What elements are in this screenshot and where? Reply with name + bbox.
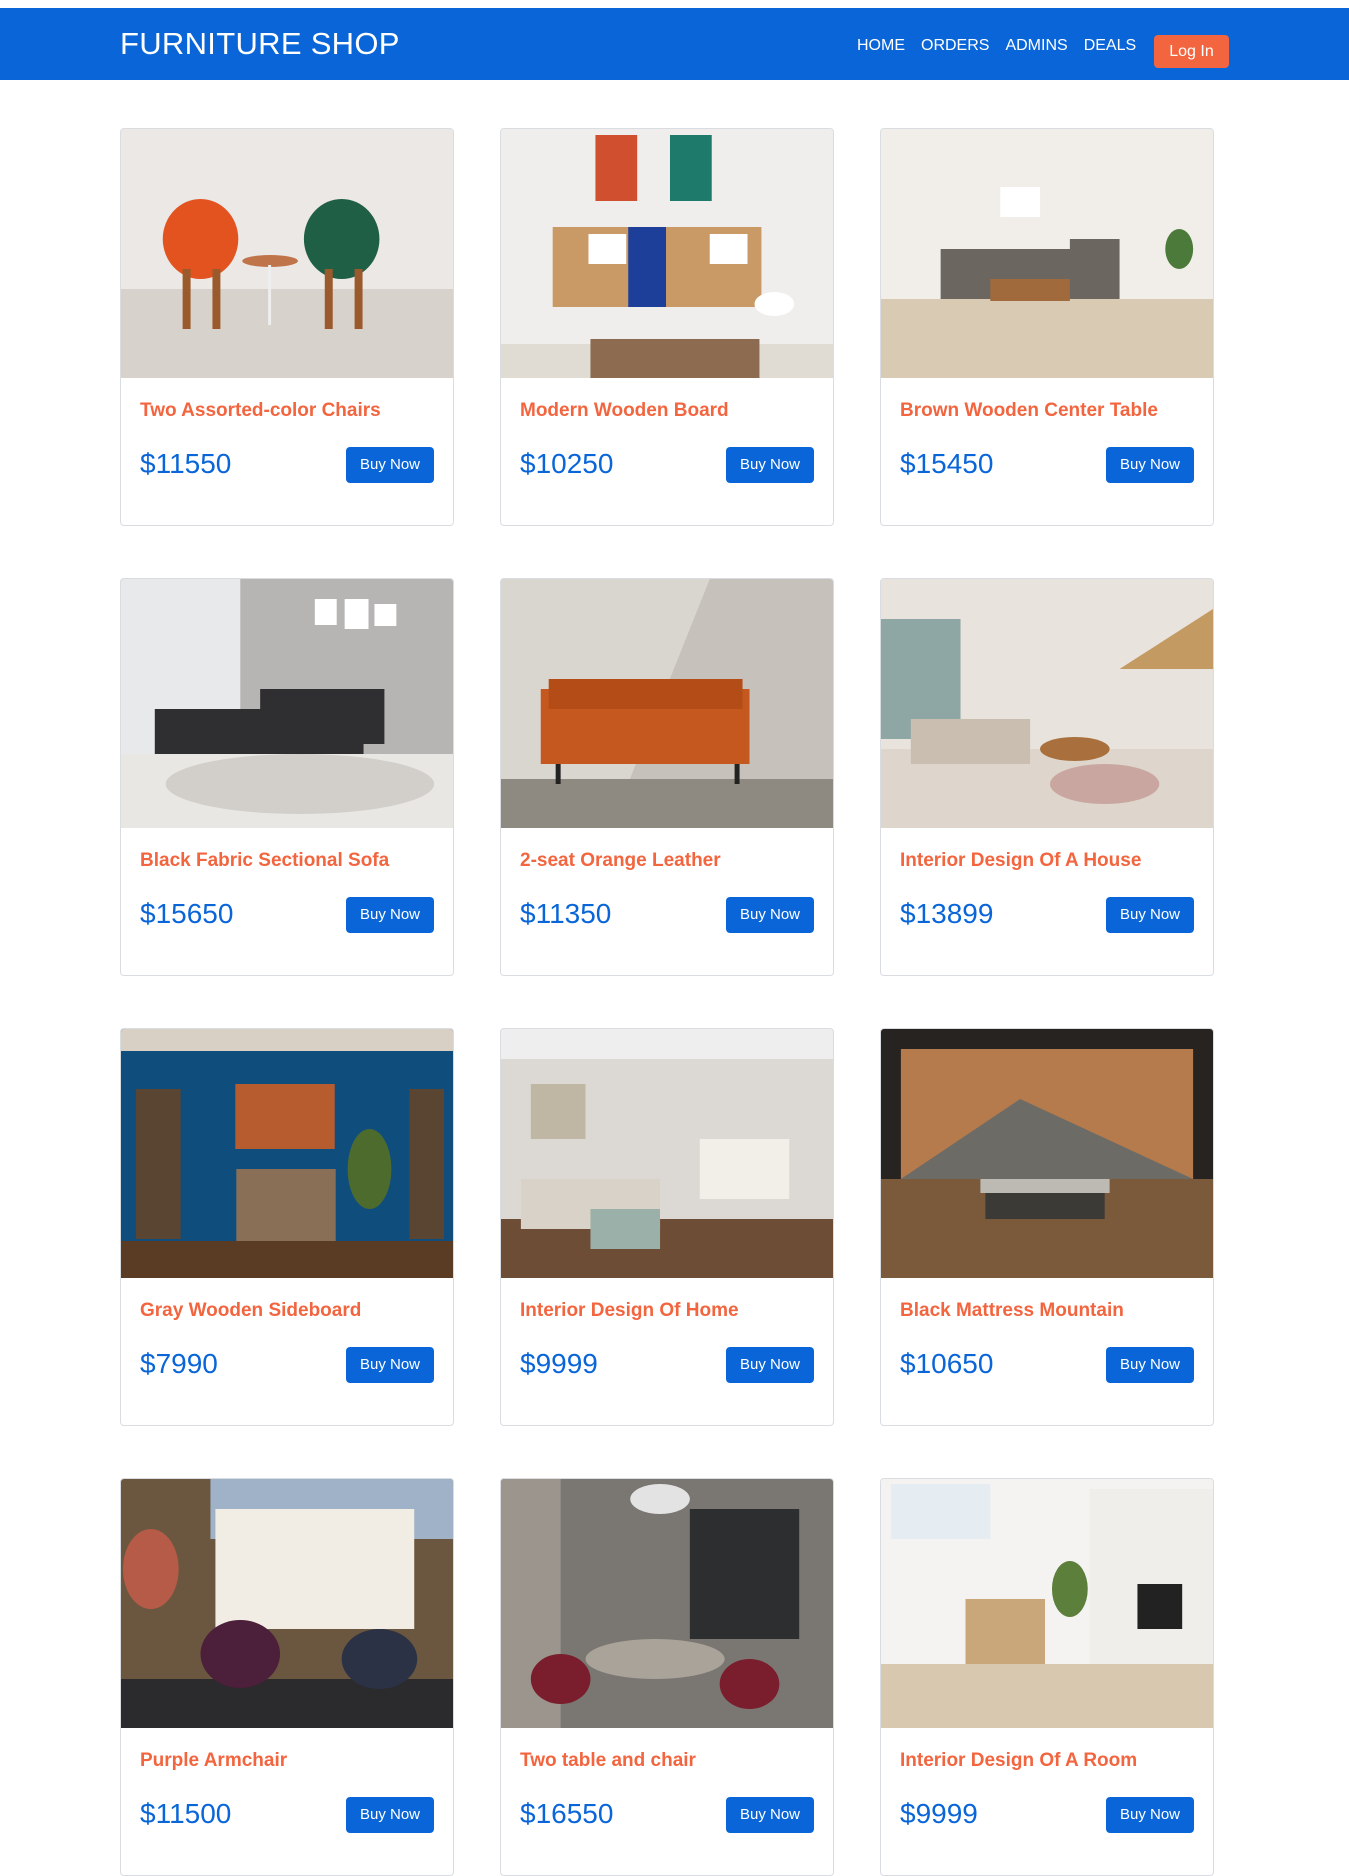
product-card: Modern Wooden Board $10250 Buy Now	[500, 128, 834, 526]
product-price: $16550	[520, 1798, 614, 1829]
home-interior-photo	[501, 1029, 833, 1278]
product-title: Purple Armchair	[140, 1750, 288, 1771]
product-title: Interior Design Of A House	[900, 850, 1142, 871]
product-price: $13899	[900, 898, 994, 929]
product-title: Black Mattress Mountain	[900, 1300, 1124, 1321]
product-price: $11550	[140, 448, 232, 479]
nav-links: HOME ORDERS ADMINS DEALS	[857, 36, 1136, 56]
brand-logo[interactable]: FURNITURE SHOP	[120, 26, 400, 62]
buy-now-button[interactable]: Buy Now	[346, 897, 434, 933]
product-title: Interior Design Of Home	[520, 1300, 739, 1321]
nav-orders[interactable]: ORDERS	[921, 36, 989, 56]
buy-now-button[interactable]: Buy Now	[726, 1797, 814, 1833]
nav-deals[interactable]: DEALS	[1084, 36, 1136, 56]
buy-now-button[interactable]: Buy Now	[1106, 1347, 1194, 1383]
product-card: Black Mattress Mountain $10650 Buy Now	[880, 1028, 1214, 1426]
buy-now-button[interactable]: Buy Now	[346, 1347, 434, 1383]
product-title: Modern Wooden Board	[520, 400, 729, 421]
mattress-mountain-photo	[881, 1029, 1213, 1278]
product-price: $9999	[520, 1348, 598, 1379]
navbar: FURNITURE SHOP HOME ORDERS ADMINS DEALS …	[0, 8, 1349, 80]
product-title: Black Fabric Sectional Sofa	[140, 850, 390, 871]
product-card: 2-seat Orange Leather $11350 Buy Now	[500, 578, 834, 976]
product-title: Two Assorted-color Chairs	[140, 400, 381, 421]
orange-sofa-photo	[501, 579, 833, 828]
house-interior-photo	[881, 579, 1213, 828]
living-room-photo	[881, 129, 1213, 378]
buy-now-button[interactable]: Buy Now	[1106, 1797, 1194, 1833]
product-card: Two table and chair $16550 Buy Now	[500, 1478, 834, 1876]
product-card: Brown Wooden Center Table $15450 Buy Now	[880, 128, 1214, 526]
product-title: 2-seat Orange Leather	[520, 850, 721, 871]
nav-home[interactable]: HOME	[857, 36, 905, 56]
product-card: Black Fabric Sectional Sofa $15650 Buy Now	[120, 578, 454, 976]
buy-now-button[interactable]: Buy Now	[726, 897, 814, 933]
dining-table-photo	[501, 1479, 833, 1728]
buy-now-button[interactable]: Buy Now	[726, 447, 814, 483]
buy-now-button[interactable]: Buy Now	[1106, 447, 1194, 483]
purple-armchair-photo	[121, 1479, 453, 1728]
product-price: $9999	[900, 1798, 978, 1829]
product-price: $15650	[140, 898, 234, 929]
product-card: Interior Design Of Home $9999 Buy Now	[500, 1028, 834, 1426]
product-price: $11350	[520, 898, 612, 929]
product-price: $15450	[900, 448, 994, 479]
nav-admins[interactable]: ADMINS	[1005, 36, 1067, 56]
buy-now-button[interactable]: Buy Now	[726, 1347, 814, 1383]
product-title: Two table and chair	[520, 1750, 696, 1771]
buy-now-button[interactable]: Buy Now	[1106, 897, 1194, 933]
product-price: $10250	[520, 448, 614, 479]
product-title: Interior Design Of A Room	[900, 1750, 1138, 1771]
product-title: Brown Wooden Center Table	[900, 400, 1158, 421]
product-price: $11500	[140, 1798, 232, 1829]
assorted-chairs-photo	[121, 129, 453, 378]
login-button[interactable]: Log In	[1154, 35, 1229, 68]
product-card: Purple Armchair $11500 Buy Now	[120, 1478, 454, 1876]
room-interior-photo	[881, 1479, 1213, 1728]
product-price: $7990	[140, 1348, 218, 1379]
sideboard-photo	[121, 1029, 453, 1278]
product-card: Two Assorted-color Chairs $11550 Buy Now	[120, 128, 454, 526]
product-title: Gray Wooden Sideboard	[140, 1300, 362, 1321]
wooden-board-photo	[501, 129, 833, 378]
product-card: Interior Design Of A Room $9999 Buy Now	[880, 1478, 1214, 1876]
product-card: Gray Wooden Sideboard $7990 Buy Now	[120, 1028, 454, 1426]
product-price: $10650	[900, 1348, 994, 1379]
sectional-sofa-photo	[121, 579, 453, 828]
buy-now-button[interactable]: Buy Now	[346, 447, 434, 483]
buy-now-button[interactable]: Buy Now	[346, 1797, 434, 1833]
product-card: Interior Design Of A House $13899 Buy Now	[880, 578, 1214, 976]
